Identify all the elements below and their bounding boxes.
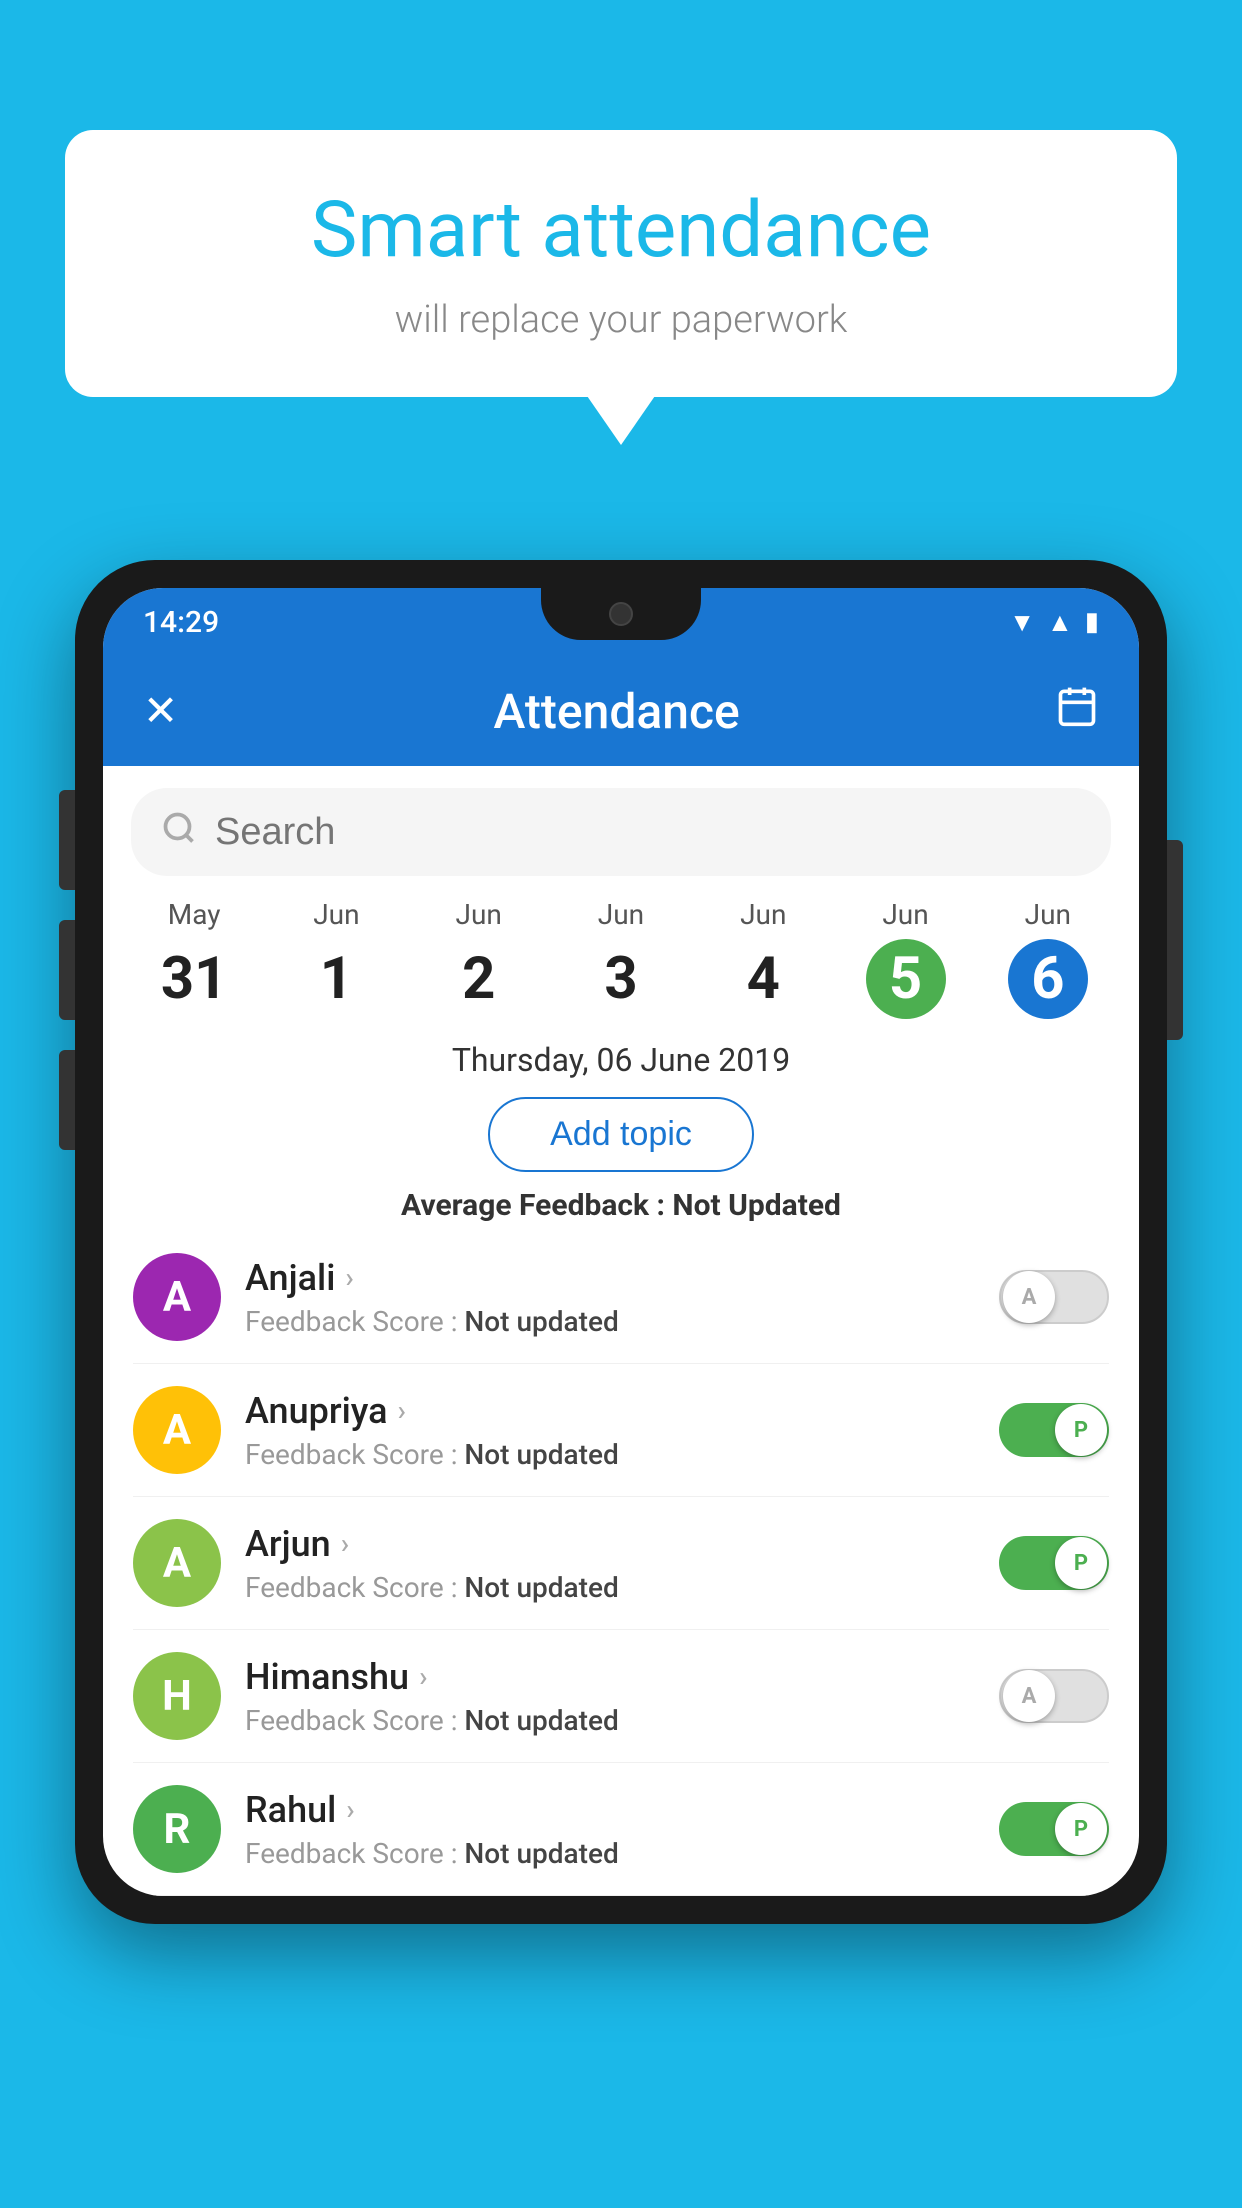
student-name: Rahul › bbox=[245, 1789, 975, 1831]
calendar-day[interactable]: Jun 1 bbox=[265, 898, 407, 1019]
signal-icon: ▲ bbox=[1047, 607, 1073, 638]
feedback-label-text: Average Feedback : bbox=[401, 1188, 672, 1223]
student-info: Rahul › Feedback Score : Not updated bbox=[245, 1789, 975, 1870]
calendar-day[interactable]: Jun 5 bbox=[834, 898, 976, 1019]
speech-bubble: Smart attendance will replace your paper… bbox=[65, 130, 1177, 397]
student-avatar: H bbox=[133, 1652, 221, 1740]
app-bar: ✕ Attendance bbox=[103, 656, 1139, 766]
calendar-month-label: Jun bbox=[265, 898, 407, 931]
calendar-day[interactable]: Jun 3 bbox=[550, 898, 692, 1019]
app-bar-title: Attendance bbox=[493, 683, 739, 740]
feedback-value-text: Not Updated bbox=[672, 1188, 841, 1223]
student-name: Arjun › bbox=[245, 1523, 975, 1565]
attendance-toggle[interactable]: P bbox=[999, 1403, 1109, 1457]
calendar-date-number: 3 bbox=[581, 939, 661, 1019]
calendar-month-label: Jun bbox=[977, 898, 1119, 931]
student-avatar: A bbox=[133, 1519, 221, 1607]
feedback-score-value: Not updated bbox=[464, 1305, 618, 1338]
wifi-icon: ▼ bbox=[1009, 607, 1035, 638]
attendance-toggle[interactable]: A bbox=[999, 1669, 1109, 1723]
toggle-knob: P bbox=[1055, 1803, 1107, 1855]
student-avatar: A bbox=[133, 1386, 221, 1474]
student-list: AAnjali ›Feedback Score : Not updatedAAA… bbox=[103, 1231, 1139, 1896]
student-name: Himanshu › bbox=[245, 1656, 975, 1698]
calendar-month-label: Jun bbox=[550, 898, 692, 931]
calendar-date-number: 6 bbox=[1008, 939, 1088, 1019]
feedback-score-value: Not updated bbox=[464, 1704, 618, 1737]
feedback-score-value: Not updated bbox=[464, 1438, 618, 1471]
student-item[interactable]: R Rahul › Feedback Score : Not updated P bbox=[133, 1763, 1109, 1896]
toggle-knob: P bbox=[1055, 1537, 1107, 1589]
student-feedback-score: Feedback Score : Not updated bbox=[245, 1438, 975, 1471]
chevron-icon: › bbox=[345, 1261, 353, 1294]
add-topic-button[interactable]: Add topic bbox=[488, 1097, 754, 1172]
calendar-row: May 31 Jun 1 Jun 2 Jun 3 Jun 4 Jun 5 Jun 6 bbox=[103, 898, 1139, 1019]
student-item[interactable]: A Anjali › Feedback Score : Not updated A bbox=[133, 1231, 1109, 1364]
calendar-month-label: Jun bbox=[692, 898, 834, 931]
calendar-date-number: 4 bbox=[723, 939, 803, 1019]
student-item[interactable]: A Arjun › Feedback Score : Not updated P bbox=[133, 1497, 1109, 1630]
calendar-date-number: 1 bbox=[296, 939, 376, 1019]
speech-bubble-title: Smart attendance bbox=[125, 185, 1117, 276]
attendance-toggle[interactable]: A bbox=[999, 1270, 1109, 1324]
volume-up-button bbox=[59, 790, 75, 890]
student-name: Anupriya › bbox=[245, 1390, 975, 1432]
calendar-icon[interactable] bbox=[1055, 684, 1099, 738]
calendar-day[interactable]: Jun 4 bbox=[692, 898, 834, 1019]
toggle-knob: P bbox=[1055, 1404, 1107, 1456]
student-item[interactable]: A Anupriya › Feedback Score : Not updated P bbox=[133, 1364, 1109, 1497]
attendance-toggle[interactable]: P bbox=[999, 1536, 1109, 1590]
toggle-knob: A bbox=[1003, 1271, 1055, 1323]
attendance-toggle[interactable]: P bbox=[999, 1802, 1109, 1856]
close-icon[interactable]: ✕ bbox=[143, 686, 178, 736]
chevron-icon: › bbox=[346, 1793, 354, 1826]
toggle-knob: A bbox=[1003, 1670, 1055, 1722]
calendar-date-number: 5 bbox=[866, 939, 946, 1019]
volume-down-button bbox=[59, 920, 75, 1020]
calendar-date-number: 2 bbox=[439, 939, 519, 1019]
student-name: Anjali › bbox=[245, 1257, 975, 1299]
chevron-icon: › bbox=[419, 1660, 427, 1693]
calendar-month-label: Jun bbox=[834, 898, 976, 931]
student-info: Arjun › Feedback Score : Not updated bbox=[245, 1523, 975, 1604]
student-avatar: R bbox=[133, 1785, 221, 1873]
phone-notch bbox=[541, 588, 701, 640]
phone-frame: 14:29 ▼ ▲ ▮ ✕ Attendance bbox=[75, 560, 1167, 1924]
chevron-icon: › bbox=[341, 1527, 349, 1560]
search-icon bbox=[161, 810, 197, 855]
search-input[interactable] bbox=[215, 811, 1081, 854]
selected-date-label: Thursday, 06 June 2019 bbox=[103, 1041, 1139, 1079]
student-feedback-score: Feedback Score : Not updated bbox=[245, 1571, 975, 1604]
calendar-date-number: 31 bbox=[154, 939, 234, 1019]
calendar-day[interactable]: Jun 6 bbox=[977, 898, 1119, 1019]
calendar-day[interactable]: Jun 2 bbox=[408, 898, 550, 1019]
student-avatar: A bbox=[133, 1253, 221, 1341]
silent-button bbox=[59, 1050, 75, 1150]
student-feedback-score: Feedback Score : Not updated bbox=[245, 1704, 975, 1737]
status-icons: ▼ ▲ ▮ bbox=[1009, 607, 1099, 638]
speech-bubble-container: Smart attendance will replace your paper… bbox=[65, 130, 1177, 397]
status-time: 14:29 bbox=[143, 605, 219, 640]
student-info: Anupriya › Feedback Score : Not updated bbox=[245, 1390, 975, 1471]
average-feedback: Average Feedback : Not Updated bbox=[103, 1188, 1139, 1223]
phone-screen: 14:29 ▼ ▲ ▮ ✕ Attendance bbox=[103, 588, 1139, 1896]
search-bar[interactable] bbox=[131, 788, 1111, 876]
feedback-score-value: Not updated bbox=[464, 1571, 618, 1604]
student-feedback-score: Feedback Score : Not updated bbox=[245, 1837, 975, 1870]
speech-bubble-subtitle: will replace your paperwork bbox=[125, 298, 1117, 342]
student-item[interactable]: H Himanshu › Feedback Score : Not updated A bbox=[133, 1630, 1109, 1763]
student-info: Himanshu › Feedback Score : Not updated bbox=[245, 1656, 975, 1737]
calendar-month-label: Jun bbox=[408, 898, 550, 931]
power-button bbox=[1167, 840, 1183, 1040]
student-feedback-score: Feedback Score : Not updated bbox=[245, 1305, 975, 1338]
student-info: Anjali › Feedback Score : Not updated bbox=[245, 1257, 975, 1338]
calendar-day[interactable]: May 31 bbox=[123, 898, 265, 1019]
phone-container: 14:29 ▼ ▲ ▮ ✕ Attendance bbox=[75, 560, 1167, 2208]
chevron-icon: › bbox=[398, 1394, 406, 1427]
battery-icon: ▮ bbox=[1085, 607, 1099, 637]
front-camera bbox=[609, 602, 633, 626]
calendar-month-label: May bbox=[123, 898, 265, 931]
feedback-score-value: Not updated bbox=[464, 1837, 618, 1870]
